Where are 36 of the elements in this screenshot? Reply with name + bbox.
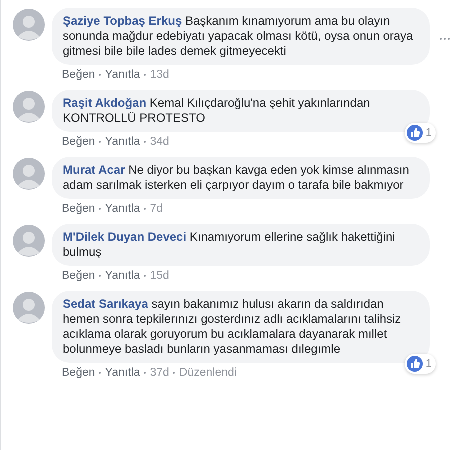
reply-link[interactable]: Yanıtla bbox=[105, 69, 140, 81]
like-icon bbox=[406, 356, 423, 372]
author-link[interactable]: Şaziye Topbaş Erkuş bbox=[63, 14, 182, 28]
avatar[interactable] bbox=[13, 292, 45, 324]
author-link[interactable]: Raşit Akdoğan bbox=[63, 96, 147, 110]
like-link[interactable]: Beğen bbox=[62, 69, 96, 81]
like-link[interactable]: Beğen bbox=[62, 136, 96, 148]
timestamp[interactable]: 7d bbox=[150, 203, 164, 215]
timestamp[interactable]: 15d bbox=[150, 270, 170, 282]
edited-label[interactable]: Düzenlendi bbox=[179, 367, 237, 379]
avatar[interactable] bbox=[13, 158, 45, 190]
author-link[interactable]: M'Dilek Duyan Deveci bbox=[63, 230, 187, 244]
timestamp[interactable]: 34d bbox=[150, 136, 170, 148]
reply-link[interactable]: Yanıtla bbox=[105, 136, 140, 148]
reply-link[interactable]: Yanıtla bbox=[105, 203, 140, 215]
timestamp[interactable]: 37d bbox=[150, 367, 170, 379]
comment-text: Şaziye Topbaş Erkuş Başkanım kınamıyorum ama bu olayın sonunda mağdur edebiyatı yapacak olması kötü, oysa onun oraya gitmesi bile bile lades demek gitmeyecekti bbox=[63, 14, 414, 59]
timestamp[interactable]: 13d bbox=[150, 69, 170, 81]
avatar[interactable] bbox=[13, 91, 45, 123]
comment-text: M'Dilek Duyan Deveci Kınamıyorum ellerine sağlık hakettiğini bulmuş bbox=[63, 230, 396, 260]
comment-text: Raşit Akdoğan Kemal Kılıçdaroğlu'na şehit yakınlarından KONTROLLÜ PROTESTO bbox=[63, 96, 372, 126]
like-icon bbox=[406, 125, 423, 141]
like-link[interactable]: Beğen bbox=[62, 367, 96, 379]
comment-text: Sedat Sarıkaya sayın bakanımız hulusı akarın da saldırıdan hemen sonra tepkilerınızı gosterdınız adlı acıklamalarını talihsiz acıklama olarak goruyorum bu acıklamalara dayanarak mıllet bolunmeye basladı bunların yasanmaması dılegımle bbox=[63, 297, 402, 357]
reply-link[interactable]: Yanıtla bbox=[105, 270, 140, 282]
like-link[interactable]: Beğen bbox=[62, 270, 96, 282]
reaction-count[interactable]: 1 bbox=[404, 123, 436, 143]
more-options-icon[interactable] bbox=[438, 36, 452, 42]
author-link[interactable]: Sedat Sarıkaya bbox=[63, 297, 148, 311]
reaction-count[interactable]: 1 bbox=[404, 354, 436, 374]
avatar[interactable] bbox=[13, 9, 45, 41]
avatar[interactable] bbox=[13, 225, 45, 257]
comment-text: Murat Acar Ne diyor bu başkan kavga eden yok kimse alınmasın adam sarılmak isterken eli çarpıyor dayım o tarafa bile bakmıyor bbox=[63, 163, 410, 193]
author-link[interactable]: Murat Acar bbox=[63, 163, 126, 177]
like-link[interactable]: Beğen bbox=[62, 203, 96, 215]
reply-link[interactable]: Yanıtla bbox=[105, 367, 140, 379]
